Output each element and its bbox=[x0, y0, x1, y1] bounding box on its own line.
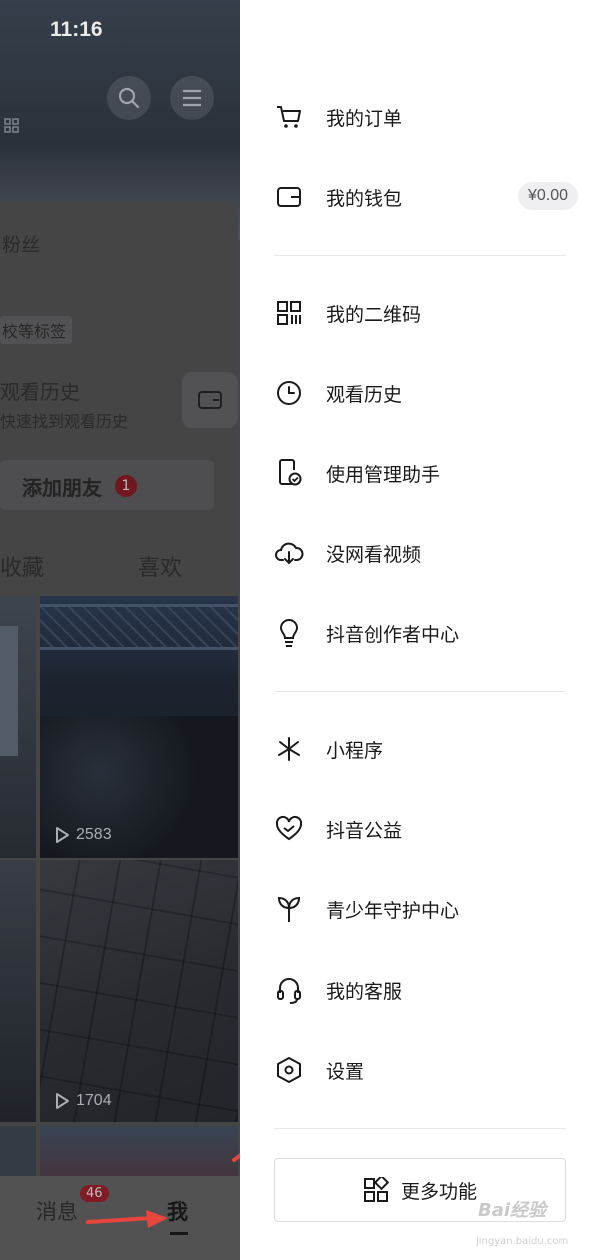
watermark-logo: Bai经验 bbox=[478, 1200, 547, 1221]
sprout-icon bbox=[277, 896, 301, 922]
menu-item-label: 抖音公益 bbox=[326, 819, 403, 842]
menu-item-label: 没网看视频 bbox=[326, 543, 422, 566]
mini-program-icon bbox=[278, 737, 300, 761]
side-drawer: 我的订单 我的钱包 ¥0.00 我的二维码 观看历史 使用管理助手 没网看视频 … bbox=[240, 0, 606, 1260]
menu-item-label: 使用管理助手 bbox=[326, 463, 441, 486]
wallet-balance: ¥0.00 bbox=[517, 182, 578, 210]
menu-item-label: 我的订单 bbox=[326, 107, 403, 130]
menu-item-watch-history[interactable]: 观看历史 bbox=[274, 373, 574, 413]
menu-item-label: 我的钱包 bbox=[326, 187, 403, 210]
settings-icon bbox=[277, 1057, 301, 1083]
menu-item-orders[interactable]: 我的订单 bbox=[274, 97, 574, 137]
menu-item-mini-programs[interactable]: 小程序 bbox=[274, 729, 574, 769]
lightbulb-icon bbox=[279, 619, 299, 647]
heart-hands-icon bbox=[275, 815, 303, 841]
menu-item-charity[interactable]: 抖音公益 bbox=[274, 809, 574, 849]
dim-overlay[interactable] bbox=[0, 0, 240, 1260]
menu-item-label: 设置 bbox=[326, 1060, 365, 1083]
menu-item-qr-code[interactable]: 我的二维码 bbox=[274, 293, 574, 333]
menu-item-label: 抖音创作者中心 bbox=[326, 623, 460, 646]
menu-item-creator-center[interactable]: 抖音创作者中心 bbox=[274, 613, 574, 653]
cloud-download-icon bbox=[275, 542, 304, 565]
menu-item-customer-service[interactable]: 我的客服 bbox=[274, 970, 574, 1010]
apps-icon bbox=[363, 1177, 389, 1202]
menu-item-label: 观看历史 bbox=[326, 383, 403, 406]
menu-item-usage-assistant[interactable]: 使用管理助手 bbox=[274, 453, 574, 493]
clock-icon bbox=[277, 381, 301, 405]
profile-page-background: 11:16 粉丝 校等标签 观看历史 快速找到观看历史 添加朋友 1 收藏 喜欢 bbox=[0, 0, 240, 1260]
menu-item-settings[interactable]: 设置 bbox=[274, 1050, 574, 1090]
cart-icon bbox=[277, 106, 301, 128]
more-features-label: 更多功能 bbox=[400, 1180, 477, 1203]
menu-item-label: 小程序 bbox=[326, 739, 384, 762]
menu-item-label: 青少年守护中心 bbox=[326, 899, 460, 922]
headset-icon bbox=[277, 978, 301, 1004]
annotation-arrow-icon bbox=[86, 1210, 168, 1228]
wallet-icon bbox=[277, 187, 301, 207]
menu-item-offline-video[interactable]: 没网看视频 bbox=[274, 533, 574, 573]
phone-check-icon bbox=[279, 459, 302, 486]
divider bbox=[274, 1128, 566, 1129]
divider bbox=[274, 255, 566, 256]
qr-code-icon bbox=[277, 301, 301, 325]
menu-item-label: 我的二维码 bbox=[326, 303, 422, 326]
menu-item-youth-protection[interactable]: 青少年守护中心 bbox=[274, 889, 574, 929]
divider bbox=[274, 691, 566, 692]
menu-item-label: 我的客服 bbox=[326, 980, 403, 1003]
watermark-url: jingyan.baidu.com bbox=[476, 1236, 569, 1247]
